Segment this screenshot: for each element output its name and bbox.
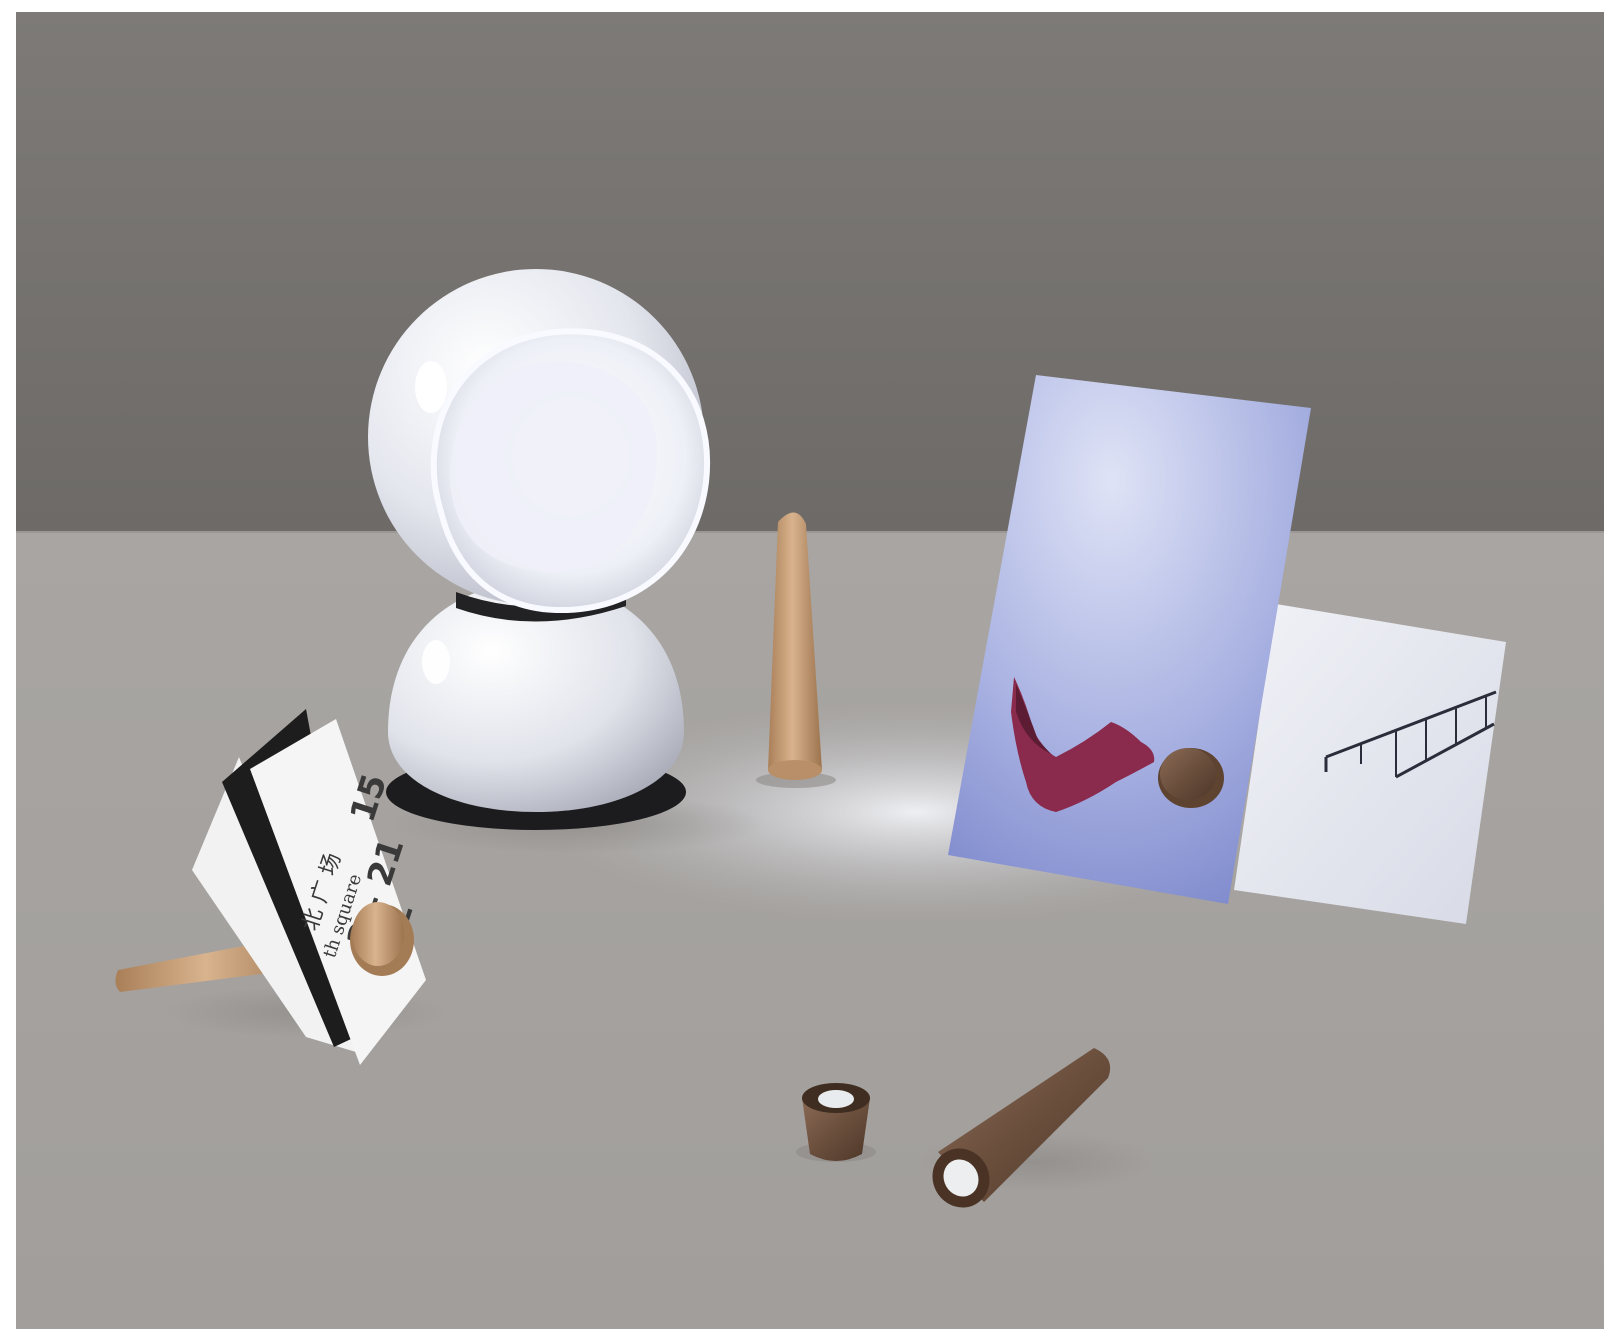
wooden-knob-loose bbox=[796, 1083, 876, 1162]
staircase-postcard bbox=[1234, 604, 1506, 924]
wall bbox=[16, 12, 1604, 532]
product-photo: 北 广 场 th square 15 2 – 21 2 – bbox=[16, 12, 1604, 1329]
sphere-lamp bbox=[368, 269, 711, 830]
